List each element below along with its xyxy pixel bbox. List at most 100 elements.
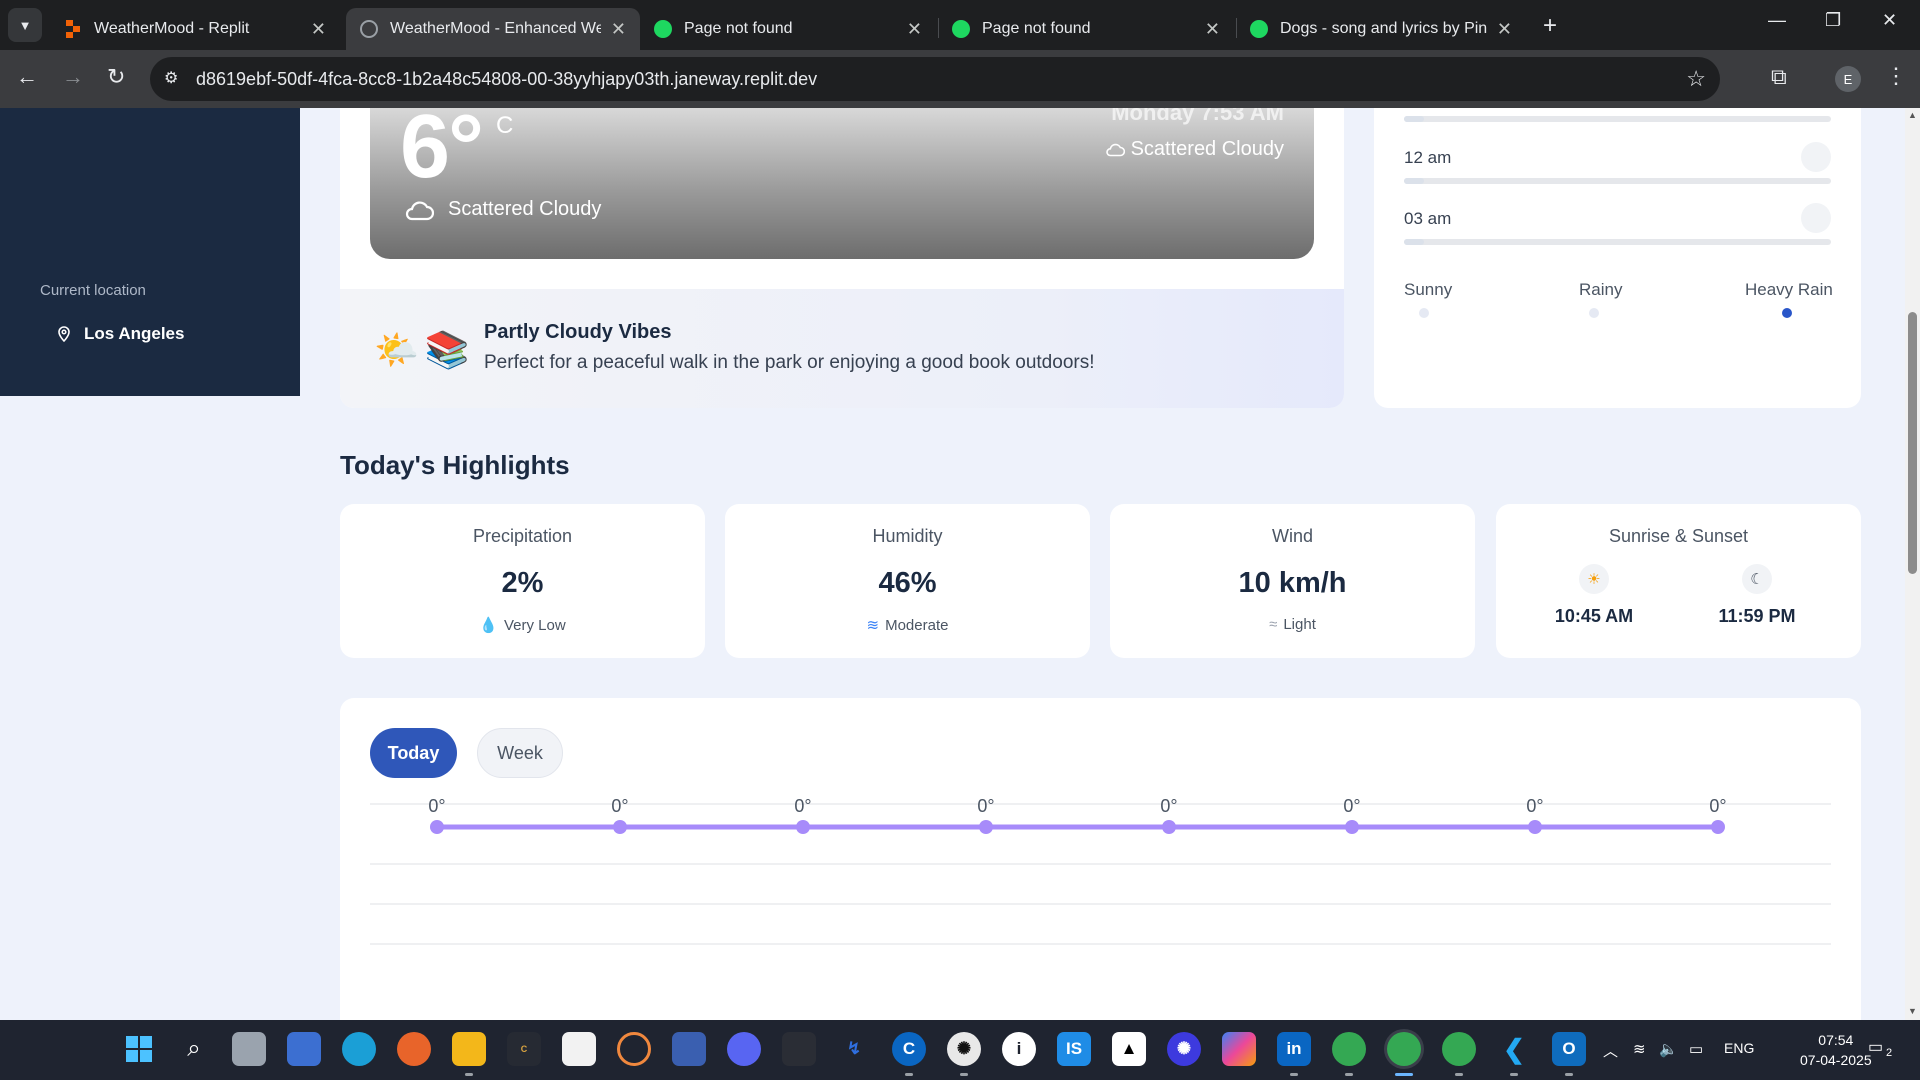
notion-icon[interactable]: ▲ [1112, 1032, 1146, 1066]
browser-tab[interactable]: Page not found ✕ [640, 8, 936, 50]
close-icon[interactable]: ✕ [1497, 19, 1512, 40]
temperature-point[interactable] [1345, 820, 1359, 834]
temperature-unit: C [496, 112, 514, 139]
humidity-level: Moderate [885, 616, 949, 634]
chrome-icon[interactable] [1332, 1032, 1366, 1066]
chat-app-icon[interactable] [727, 1032, 761, 1066]
edge-browser-icon[interactable] [342, 1032, 376, 1066]
info-app-icon[interactable]: i [1002, 1032, 1036, 1066]
app-icon[interactable]: ↯ [837, 1032, 871, 1066]
clock[interactable]: 07:54 07-04-2025 [1800, 1030, 1872, 1070]
new-tab-plus-icon[interactable]: + [1543, 12, 1557, 40]
page-scrollbar[interactable]: ▲ ▼ [1905, 108, 1920, 1020]
copilot-icon[interactable] [1222, 1032, 1256, 1066]
current-location-label: Current location [40, 282, 146, 299]
temperature-point[interactable] [613, 820, 627, 834]
wind-label: Wind [1271, 526, 1313, 546]
chrome-profile-e-icon[interactable] [1387, 1032, 1421, 1066]
temperature-point-label: 0° [1160, 796, 1177, 816]
close-icon[interactable]: ✕ [907, 19, 922, 40]
tab-search-button[interactable]: ▼ [8, 8, 42, 42]
sunset-time: 11:59 PM [1718, 606, 1796, 626]
temperature-point[interactable] [979, 820, 993, 834]
browser-tab-active[interactable]: WeatherMood - Enhanced Wea ✕ [346, 8, 640, 50]
linkedin-icon[interactable]: in [1277, 1032, 1311, 1066]
condition-text-secondary: Scattered Cloudy [1130, 138, 1284, 160]
location-item[interactable]: Los Angeles [56, 324, 184, 344]
bookmark-star-icon[interactable]: ☆ [1686, 66, 1706, 92]
temperature-point-label: 0° [1526, 796, 1543, 816]
sidebar: Current location Los Angeles [0, 108, 300, 396]
spotify-icon [654, 20, 672, 38]
cloud-app-icon[interactable] [672, 1032, 706, 1066]
chevron-up-icon[interactable]: ︿ [1603, 1040, 1618, 1061]
scroll-up-arrow-icon[interactable]: ▲ [1908, 110, 1917, 120]
openai-icon[interactable]: ✺ [1167, 1032, 1201, 1066]
forecast-chart-card: Today Week 0° 0° 0° 0° 0° 0° 0° 0° [340, 698, 1861, 1020]
extensions-puzzle-icon[interactable]: ⧉ [1771, 64, 1787, 90]
windows-start-icon[interactable] [122, 1032, 156, 1066]
scroll-down-arrow-icon[interactable]: ▼ [1908, 1006, 1917, 1016]
mood-dot-active [1782, 308, 1792, 318]
search-icon[interactable]: ⌕ [177, 1032, 211, 1066]
weather-hero: 6° C Scattered Cloudy Monday 7:53 AM Sca… [370, 108, 1314, 259]
chatgpt-icon[interactable]: ✺ [947, 1032, 981, 1066]
c-app-icon[interactable]: C [892, 1032, 926, 1066]
back-arrow-icon[interactable]: ← [16, 64, 38, 90]
hour-label: 12 am [1404, 148, 1452, 167]
books-icon: 📚 [424, 329, 470, 370]
temperature-point[interactable] [1162, 820, 1176, 834]
sun-behind-cloud-icon: 🌤️ [374, 329, 419, 370]
reload-icon[interactable]: ↻ [107, 64, 125, 90]
browser-toolbar: ← → ↻ ⚙ d8619ebf-50df-4fca-8cc8-1b2a48c5… [0, 50, 1920, 108]
site-info-icon[interactable]: ⚙ [164, 68, 178, 88]
close-icon[interactable]: ✕ [311, 19, 326, 40]
wifi-icon[interactable]: ≋ [1633, 1040, 1646, 1058]
notification-bell-icon[interactable]: ▭ 2 [1868, 1037, 1894, 1063]
is-app-icon[interactable]: IS [1057, 1032, 1091, 1066]
outlook-icon[interactable]: O [1552, 1032, 1586, 1066]
chevron-down-icon: ▼ [18, 17, 32, 33]
dev-tool-icon[interactable] [782, 1032, 816, 1066]
temperature-point-label: 0° [1343, 796, 1360, 816]
close-icon[interactable]: ✕ [1205, 19, 1220, 40]
college-app-icon[interactable]: C [507, 1032, 541, 1066]
restore-icon[interactable]: ❐ [1825, 10, 1841, 31]
language-indicator[interactable]: ENG [1724, 1040, 1754, 1056]
window-close-icon[interactable]: ✕ [1882, 10, 1897, 31]
current-weather-card: 6° C Scattered Cloudy Monday 7:53 AM Sca… [340, 108, 1344, 408]
temperature-point[interactable] [796, 820, 810, 834]
clock-time: 07:54 [1818, 1032, 1854, 1048]
battery-icon[interactable]: ▭ [1689, 1040, 1703, 1058]
browser-tab[interactable]: Page not found ✕ [938, 8, 1234, 50]
more-menu-icon[interactable]: ⋮ [1885, 63, 1907, 89]
file-explorer-icon[interactable] [452, 1032, 486, 1066]
browser-tab[interactable]: WeatherMood - Replit ✕ [50, 8, 340, 50]
widgets-icon[interactable] [287, 1032, 321, 1066]
humidity-card: Humidity 46% ≋ Moderate [725, 504, 1090, 658]
mood-option-rainy[interactable]: Rainy [1579, 280, 1622, 300]
task-view-icon[interactable] [232, 1032, 266, 1066]
chrome-profile-d-icon[interactable] [1442, 1032, 1476, 1066]
volume-icon[interactable]: 🔈 [1659, 1040, 1678, 1058]
url-text[interactable]: d8619ebf-50df-4fca-8cc8-1b2a48c54808-00-… [196, 69, 817, 90]
profile-avatar[interactable]: E [1835, 66, 1861, 92]
scrollbar-thumb[interactable] [1908, 312, 1917, 574]
temperature-point[interactable] [430, 820, 444, 834]
precipitation-label: Precipitation [472, 526, 573, 546]
mood-option-heavy-rain[interactable]: Heavy Rain [1745, 280, 1833, 300]
address-bar[interactable]: ⚙ d8619ebf-50df-4fca-8cc8-1b2a48c54808-0… [150, 57, 1720, 101]
mood-option-sunny[interactable]: Sunny [1404, 280, 1452, 300]
browser-tab[interactable]: Dogs - song and lyrics by Pink F ✕ [1236, 8, 1526, 50]
temperature-point[interactable] [1711, 820, 1725, 834]
hour-indicator [1801, 203, 1831, 233]
microsoft-store-icon[interactable] [562, 1032, 596, 1066]
forward-arrow-icon[interactable]: → [62, 64, 84, 90]
close-icon[interactable]: ✕ [611, 19, 626, 40]
firefox-icon[interactable] [397, 1032, 431, 1066]
minimize-icon[interactable]: — [1768, 10, 1786, 31]
eclipse-icon[interactable] [617, 1032, 651, 1066]
temperature-point[interactable] [1528, 820, 1542, 834]
vscode-icon[interactable]: ❮ [1497, 1032, 1531, 1066]
precipitation-card: Precipitation 2% 💧 Very Low [340, 504, 705, 658]
